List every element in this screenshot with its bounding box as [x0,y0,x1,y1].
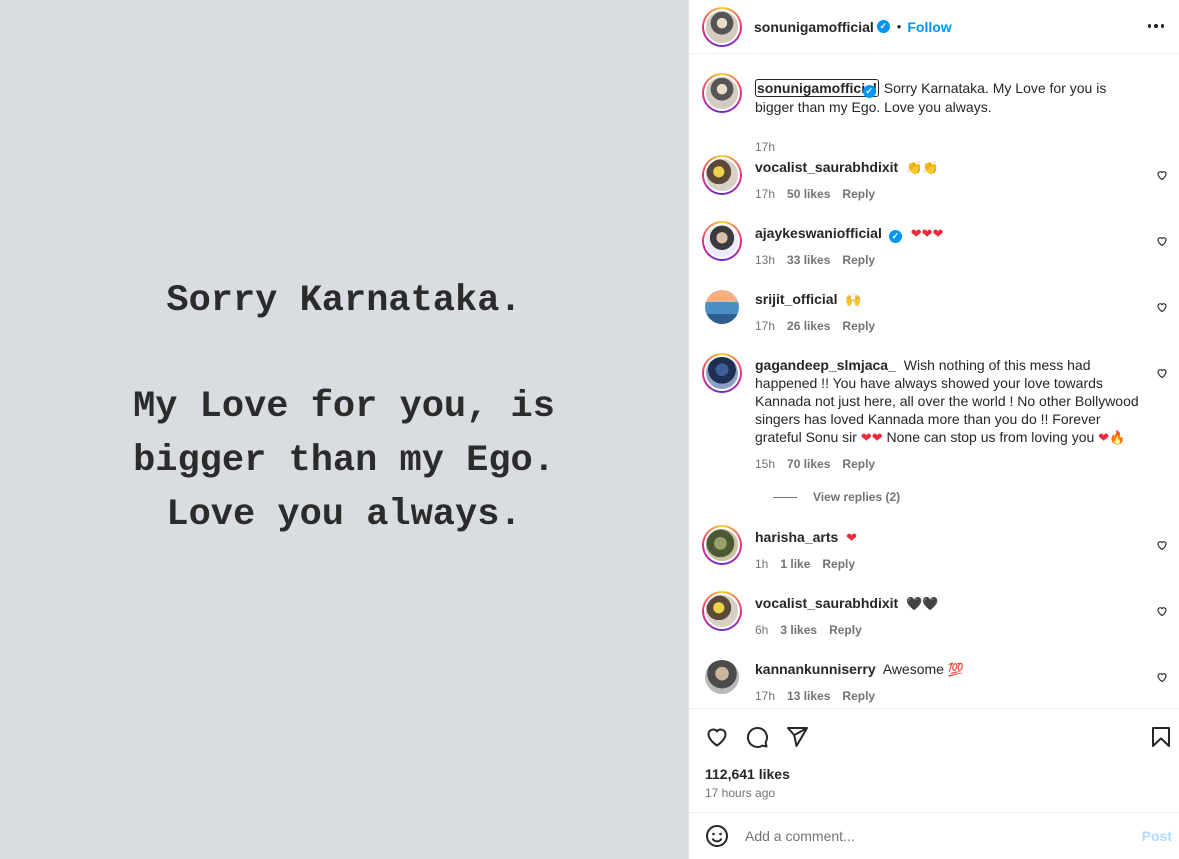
comment-time: 15h [755,457,776,471]
post-image-text: Sorry Karnataka. My Love for you, is big… [0,274,688,542]
emoji-smiley-icon[interactable] [705,824,729,848]
comment-time: 17h [755,689,776,703]
post-image-line-3: bigger than my Ego. [133,440,555,482]
comment-item: srijit_official 🙌 17h 26 likes Reply [702,287,1172,337]
author-username[interactable]: sonunigamofficial [754,19,874,35]
reply-button[interactable]: Reply [842,319,875,333]
post-image[interactable]: Sorry Karnataka. My Love for you, is big… [0,0,688,859]
comment-avatar[interactable] [702,287,742,327]
caption-username[interactable]: sonunigamofficial [755,79,879,97]
like-heart-icon[interactable] [705,725,729,749]
follow-button[interactable]: Follow [907,19,951,35]
post-image-line-1: Sorry Karnataka. [166,280,522,322]
comment-likes[interactable]: 3 likes [780,623,817,637]
view-replies-button[interactable]: View replies (2) [773,490,900,504]
add-comment-bar: Post [689,812,1179,859]
comment-emoji-2: ❤🔥 [1098,431,1126,446]
post-comment-button[interactable]: Post [1142,828,1172,844]
comment-time: 6h [755,623,769,637]
comment-emoji: 👏👏 [906,161,939,176]
reply-button[interactable]: Reply [842,689,875,703]
comment-likes[interactable]: 70 likes [787,457,830,471]
reply-button[interactable]: Reply [842,457,875,471]
comment-username[interactable]: harisha_arts [755,529,838,545]
comment-time: 1h [755,557,769,571]
view-replies-label: View replies (2) [813,490,901,504]
comment-emoji: 🖤🖤 [906,597,939,612]
author-avatar[interactable] [702,6,742,47]
verified-badge-icon: ✓ [876,20,890,33]
comments-list[interactable]: sonunigamofficial✓ Sorry Karnataka. My Lo… [689,55,1179,708]
comment-likes[interactable]: 1 like [780,557,810,571]
like-comment-heart-icon[interactable] [1156,671,1168,683]
save-bookmark-icon[interactable] [1149,725,1173,749]
like-comment-heart-icon[interactable] [1156,169,1168,181]
more-options-icon[interactable] [1144,14,1168,38]
verified-badge-icon: ✓ [888,230,902,243]
reply-button[interactable]: Reply [822,557,855,571]
post-image-line-2: My Love for you, is [133,386,555,428]
comment-emoji: ❤❤ [860,431,883,446]
comment-avatar[interactable] [702,155,742,195]
comment-username[interactable]: vocalist_saurabhdixit [755,595,898,611]
comment-item: kannankunniserry Awesome 💯 17h 13 likes … [702,657,1172,707]
post-actions: 112,641 likes 17 hours ago [689,708,1179,812]
like-comment-heart-icon[interactable] [1156,367,1168,379]
comment-item: ajaykeswaniofficial ✓ ❤❤❤ 13h 33 likes Re… [702,221,1172,271]
post-side-panel: sonunigamofficial ✓ • Follow sonunigamof… [688,0,1179,859]
comment-text: Awesome [882,661,944,677]
comment-username[interactable]: kannankunniserry [755,661,876,677]
comment-username[interactable]: vocalist_saurabhdixit [755,159,898,175]
comment-likes[interactable]: 50 likes [787,187,830,201]
comment-bubble-icon[interactable] [745,725,769,749]
post-image-line-4: Love you always. [166,494,522,536]
comment-item: vocalist_saurabhdixit 👏👏 17h 50 likes Re… [702,155,1172,205]
comment-time: 17h [755,319,776,333]
caption-item: sonunigamofficial✓ Sorry Karnataka. My Lo… [702,73,1172,154]
reply-button[interactable]: Reply [842,187,875,201]
like-comment-heart-icon[interactable] [1156,235,1168,247]
separator-dot: • [896,19,902,34]
comment-time: 13h [755,253,776,267]
comment-emoji: 🙌 [845,293,862,308]
comment-likes[interactable]: 33 likes [787,253,830,267]
comment-avatar[interactable] [702,353,742,393]
comment-item: gagandeep_slmjaca_ Wish nothing of this … [702,353,1172,523]
comment-item: harisha_arts ❤ 1h 1 like Reply [702,525,1172,575]
comment-username[interactable]: gagandeep_slmjaca_ [755,357,896,373]
comment-avatar[interactable] [702,525,742,565]
comment-username[interactable]: ajaykeswaniofficial [755,225,882,241]
comment-item: vocalist_saurabhdixit 🖤🖤 6h 3 likes Repl… [702,591,1172,641]
caption-time: 17h [755,140,776,154]
comment-likes[interactable]: 26 likes [787,319,830,333]
reply-button[interactable]: Reply [842,253,875,267]
like-comment-heart-icon[interactable] [1156,605,1168,617]
comment-avatar[interactable] [702,591,742,631]
like-comment-heart-icon[interactable] [1156,301,1168,313]
post-header: sonunigamofficial ✓ • Follow [689,0,1179,54]
verified-badge-icon: ✓ [862,85,876,98]
comment-likes[interactable]: 13 likes [787,689,830,703]
comment-avatar[interactable] [702,221,742,261]
post-time: 17 hours ago [705,786,776,800]
share-send-icon[interactable] [785,725,809,749]
comment-input[interactable] [745,828,1125,844]
like-comment-heart-icon[interactable] [1156,539,1168,551]
comment-text-continued: None can stop us from loving you [886,429,1095,445]
comment-emoji: ❤ [846,531,858,546]
comment-time: 17h [755,187,776,201]
comment-avatar[interactable] [702,657,742,697]
comment-emoji: 💯 [947,663,965,678]
comment-username[interactable]: srijit_official [755,291,837,307]
comment-emoji: ❤❤❤ [910,227,944,242]
caption-avatar[interactable] [702,73,742,113]
likes-count[interactable]: 112,641 likes [705,766,790,782]
reply-button[interactable]: Reply [829,623,862,637]
